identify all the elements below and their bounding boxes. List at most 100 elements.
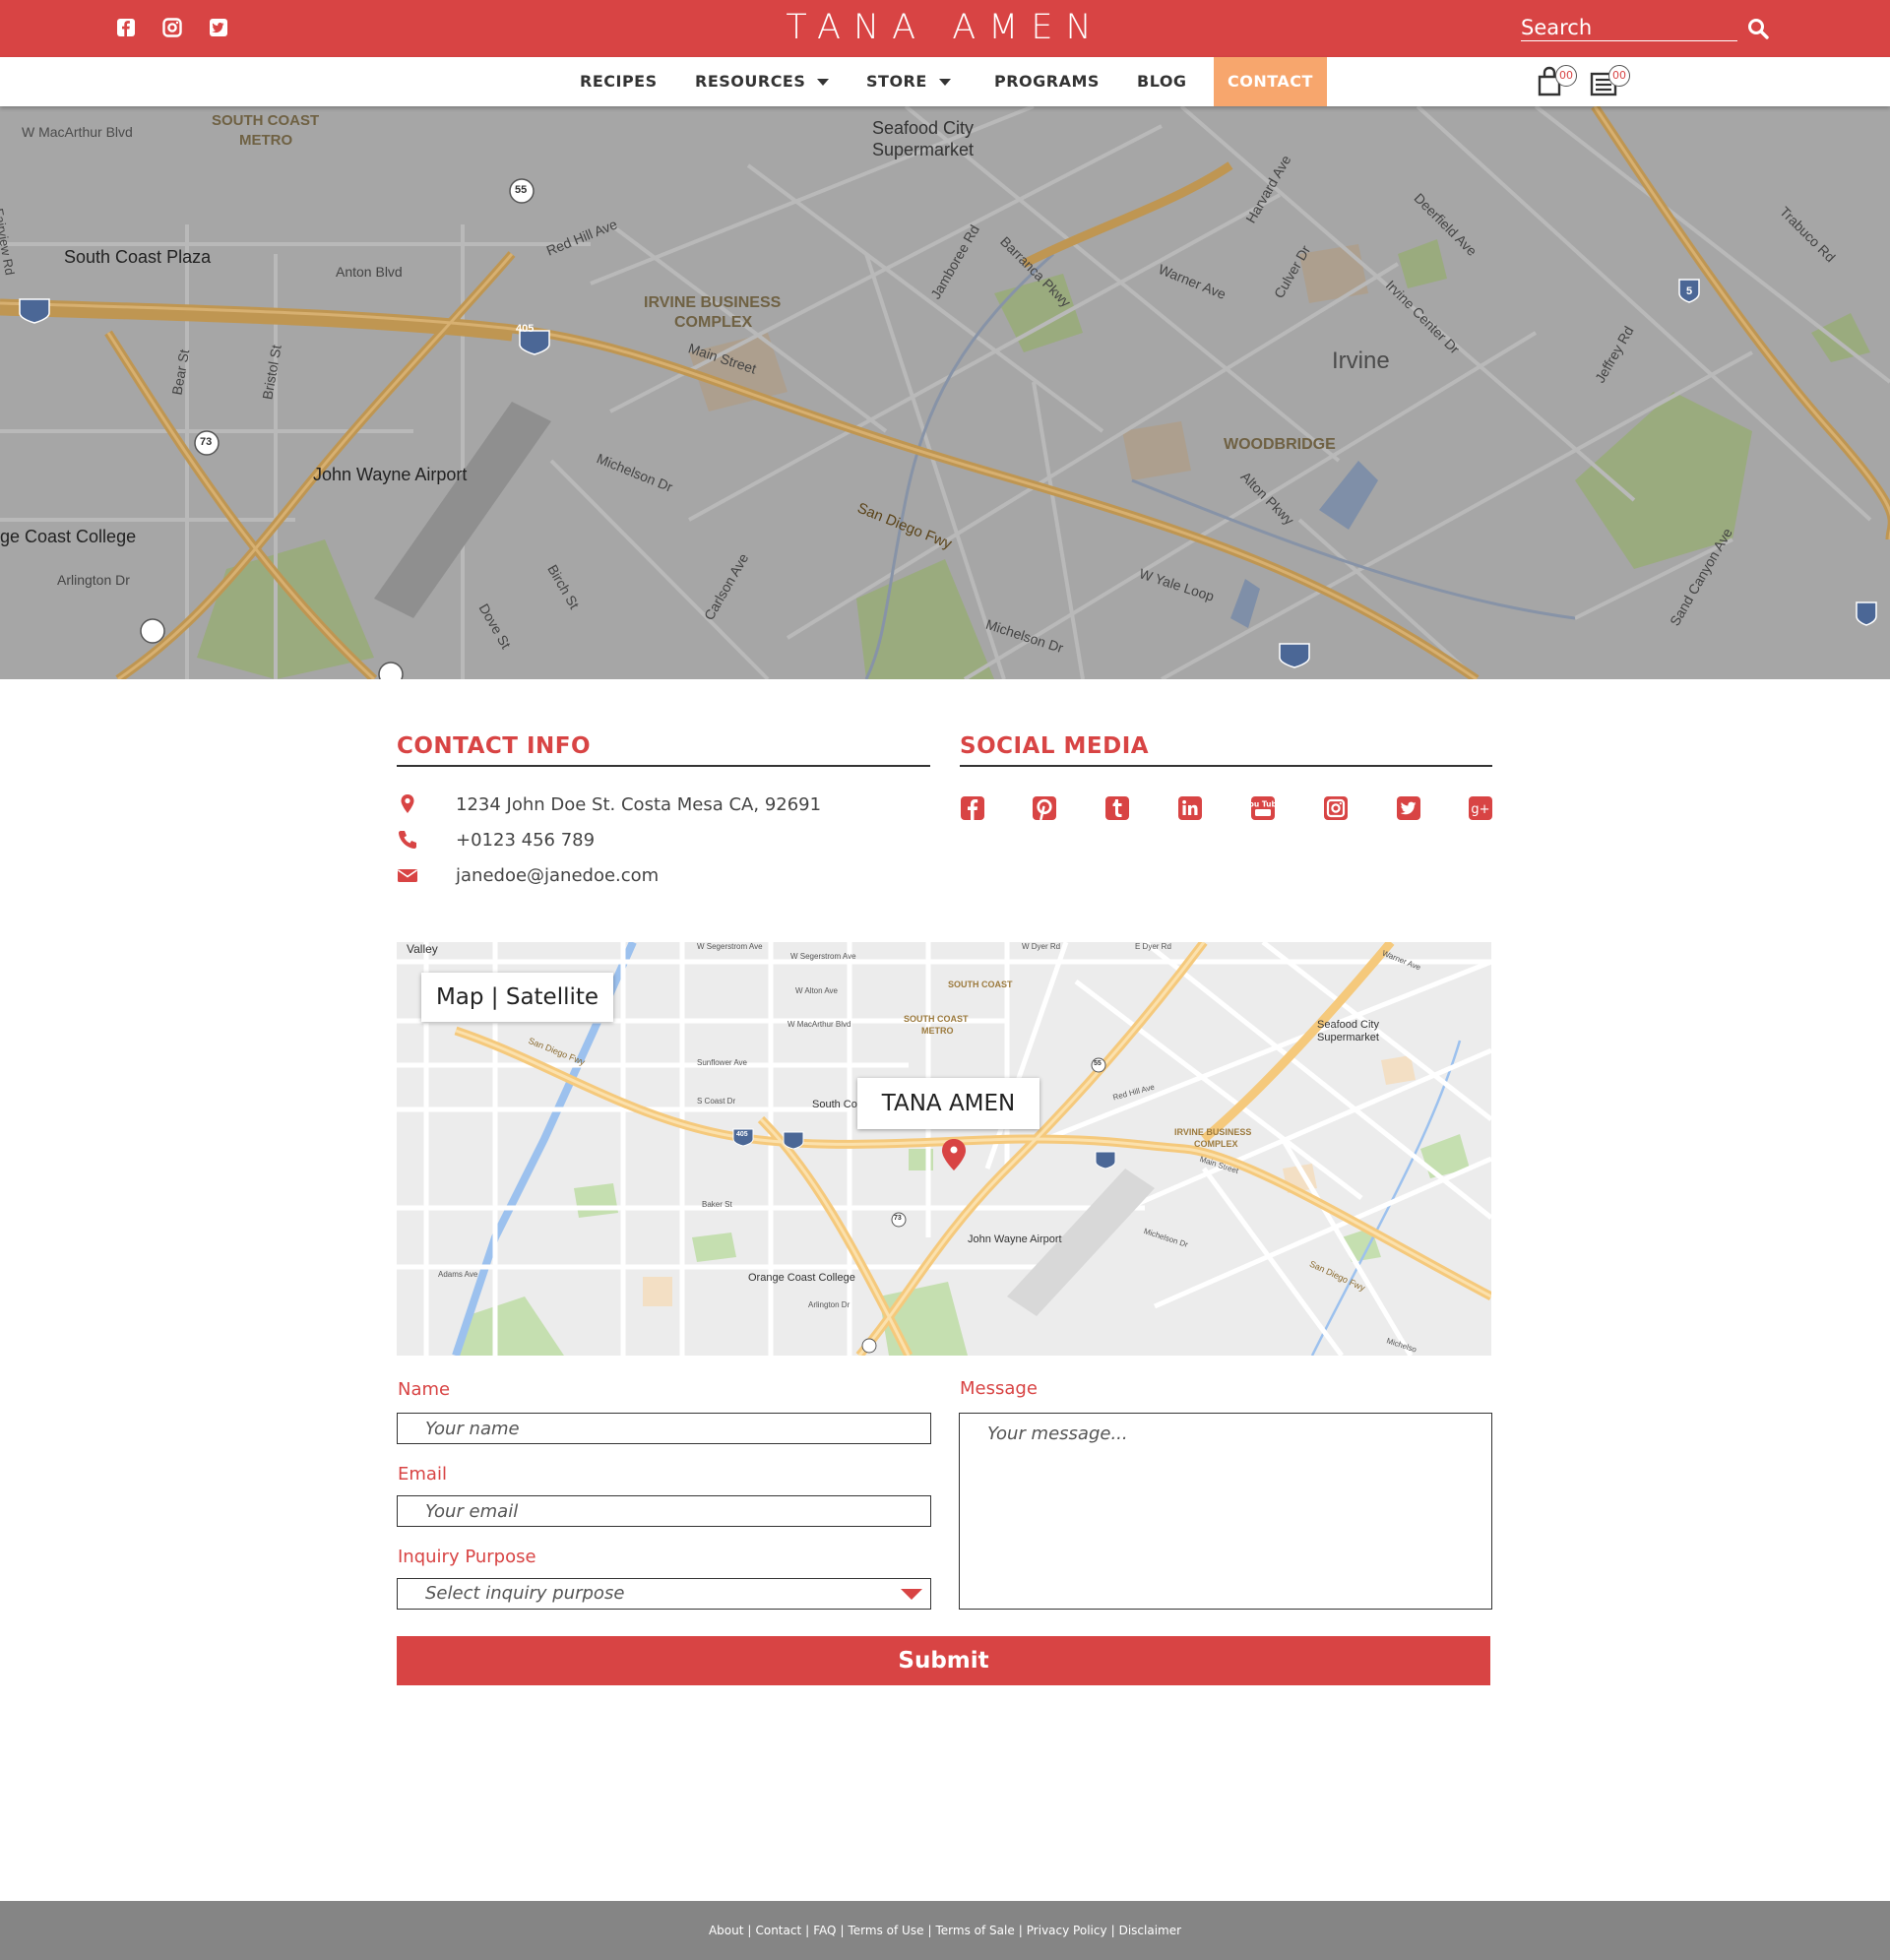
tumblr-icon[interactable] bbox=[1104, 795, 1130, 821]
map-label: Supermarket bbox=[872, 140, 975, 159]
top-bar: TANA AMEN bbox=[0, 0, 1890, 57]
interstate-405-label: 405 bbox=[736, 1131, 748, 1138]
nav-store-label: STORE bbox=[866, 72, 927, 91]
map-label: WOODBRIDGE bbox=[1224, 436, 1336, 453]
map-label: IRVINE BUSINESS bbox=[644, 294, 782, 311]
map-label: W Segerstrom Ave bbox=[790, 952, 856, 961]
map-label: METRO bbox=[921, 1026, 954, 1036]
nav-blog-label: BLOG bbox=[1137, 72, 1187, 91]
list-count-badge: 00 bbox=[1608, 65, 1630, 87]
address-text: 1234 John Doe St. Costa Mesa CA, 92691 bbox=[456, 793, 822, 815]
map-label: Seafood City bbox=[1317, 1019, 1379, 1031]
location-map[interactable]: Valley W Segerstrom Ave W Segerstrom Ave… bbox=[397, 942, 1491, 1356]
map-label: SOUTH COAST bbox=[212, 112, 320, 129]
map-label: IRVINE BUSINESS bbox=[1174, 1127, 1252, 1137]
footer-link-contact[interactable]: Contact bbox=[755, 1924, 801, 1937]
map-label: COMPLEX bbox=[1194, 1139, 1238, 1149]
email-text[interactable]: janedoe@janedoe.com bbox=[456, 865, 659, 886]
map-label: COMPLEX bbox=[674, 314, 753, 331]
saved-list-button[interactable]: 00 bbox=[1589, 65, 1632, 100]
facebook-icon[interactable] bbox=[960, 795, 985, 821]
footer-separator: | bbox=[1110, 1924, 1115, 1937]
footer-link-about[interactable]: About bbox=[709, 1924, 743, 1937]
footer-link-terms-of-use[interactable]: Terms of Use bbox=[849, 1924, 924, 1937]
map-label: W Alton Ave bbox=[795, 986, 838, 995]
footer-separator: | bbox=[1018, 1924, 1023, 1937]
nav-recipes[interactable]: RECIPES bbox=[580, 57, 658, 106]
nav-programs[interactable]: PROGRAMS bbox=[994, 57, 1100, 106]
nav-store[interactable]: STORE bbox=[866, 57, 951, 106]
route-55-label: 55 bbox=[515, 184, 528, 196]
inquiry-purpose-select[interactable]: Select inquiry purpose bbox=[397, 1578, 931, 1610]
hero-map-graphic bbox=[0, 106, 1890, 679]
map-label: Adams Ave bbox=[438, 1270, 478, 1279]
inquiry-purpose-label: Inquiry Purpose bbox=[398, 1547, 536, 1567]
social-media-title: SOCIAL MEDIA bbox=[960, 733, 1150, 759]
map-label: John Wayne Airport bbox=[313, 465, 468, 484]
footer-link-faq[interactable]: FAQ bbox=[813, 1924, 836, 1937]
map-pin-icon bbox=[401, 794, 414, 813]
nav-recipes-label: RECIPES bbox=[580, 72, 658, 91]
message-label: Message bbox=[960, 1378, 1038, 1399]
linkedin-icon[interactable] bbox=[1177, 795, 1203, 821]
phone-icon bbox=[399, 831, 416, 849]
google-plus-text: g+ bbox=[1471, 802, 1489, 817]
inquiry-purpose-value: Select inquiry purpose bbox=[425, 1583, 625, 1604]
map-label: Arlington Dr bbox=[808, 1300, 850, 1309]
social-media-divider bbox=[960, 765, 1492, 767]
contact-info-divider bbox=[397, 765, 930, 767]
map-label: South Coast Plaza bbox=[64, 247, 212, 267]
youtube-text-you: You Tube bbox=[1250, 800, 1276, 809]
search-input[interactable] bbox=[1521, 14, 1737, 40]
route-73-label: 73 bbox=[894, 1215, 902, 1222]
footer-separator: | bbox=[927, 1924, 932, 1937]
phone-row: +0123 456 789 bbox=[397, 829, 595, 851]
dropdown-arrow-icon bbox=[901, 1589, 922, 1600]
submit-button[interactable]: Submit bbox=[397, 1636, 1490, 1685]
map-label: Seafood City bbox=[872, 118, 975, 138]
map-label: ge Coast College bbox=[0, 527, 137, 546]
route-55-label: 55 bbox=[1094, 1060, 1102, 1067]
youtube-icon[interactable]: You Tube bbox=[1250, 795, 1276, 821]
envelope-icon bbox=[398, 869, 417, 882]
search-box bbox=[1521, 14, 1737, 41]
map-label: Orange Coast College bbox=[748, 1272, 855, 1284]
interstate-405-label: 405 bbox=[516, 323, 535, 335]
map-label: John Wayne Airport bbox=[968, 1233, 1062, 1245]
google-plus-icon[interactable]: g+ bbox=[1468, 795, 1493, 821]
email-field[interactable] bbox=[397, 1495, 931, 1527]
nav-contact[interactable]: CONTACT bbox=[1214, 57, 1327, 106]
nav-resources[interactable]: RESOURCES bbox=[695, 57, 830, 106]
footer-link-terms-of-sale[interactable]: Terms of Sale bbox=[936, 1924, 1015, 1937]
map-label: E Dyer Rd bbox=[1135, 942, 1171, 951]
pinterest-icon[interactable] bbox=[1032, 795, 1057, 821]
cart-button[interactable]: 00 bbox=[1536, 65, 1579, 100]
instagram-icon[interactable] bbox=[1323, 795, 1349, 821]
hero-map[interactable]: W MacArthur Blvd SOUTH COAST METRO Seafo… bbox=[0, 106, 1890, 679]
footer: About | Contact | FAQ | Terms of Use | Terms of … bbox=[0, 1901, 1890, 1960]
footer-separator: | bbox=[840, 1924, 845, 1937]
chevron-down-icon bbox=[938, 79, 951, 86]
map-label: Baker St bbox=[702, 1200, 732, 1209]
name-label: Name bbox=[398, 1379, 451, 1400]
footer-link-disclaimer[interactable]: Disclaimer bbox=[1119, 1924, 1181, 1937]
footer-links: About | Contact | FAQ | Terms of Use | Terms of … bbox=[0, 1901, 1890, 1960]
email-label: Email bbox=[398, 1464, 447, 1485]
map-label: Valley bbox=[407, 942, 438, 956]
map-label: W MacArthur Blvd bbox=[788, 1020, 851, 1029]
map-label: Arlington Dr bbox=[57, 572, 130, 588]
nav-programs-label: PROGRAMS bbox=[994, 72, 1100, 91]
map-label: METRO bbox=[239, 132, 293, 149]
name-field[interactable] bbox=[397, 1413, 931, 1444]
search-icon[interactable] bbox=[1747, 18, 1769, 39]
phone-text[interactable]: +0123 456 789 bbox=[456, 830, 595, 851]
map-type-toggle[interactable]: Map | Satellite bbox=[421, 973, 613, 1022]
nav-blog[interactable]: BLOG bbox=[1137, 57, 1187, 106]
twitter-icon[interactable] bbox=[1396, 795, 1421, 821]
map-pin-label: TANA AMEN bbox=[857, 1078, 1040, 1129]
nav-contact-label: CONTACT bbox=[1228, 72, 1313, 91]
message-field[interactable] bbox=[959, 1413, 1492, 1610]
footer-link-privacy-policy[interactable]: Privacy Policy bbox=[1027, 1924, 1107, 1937]
map-label: Supermarket bbox=[1317, 1032, 1379, 1043]
map-label: Anton Blvd bbox=[336, 264, 403, 280]
